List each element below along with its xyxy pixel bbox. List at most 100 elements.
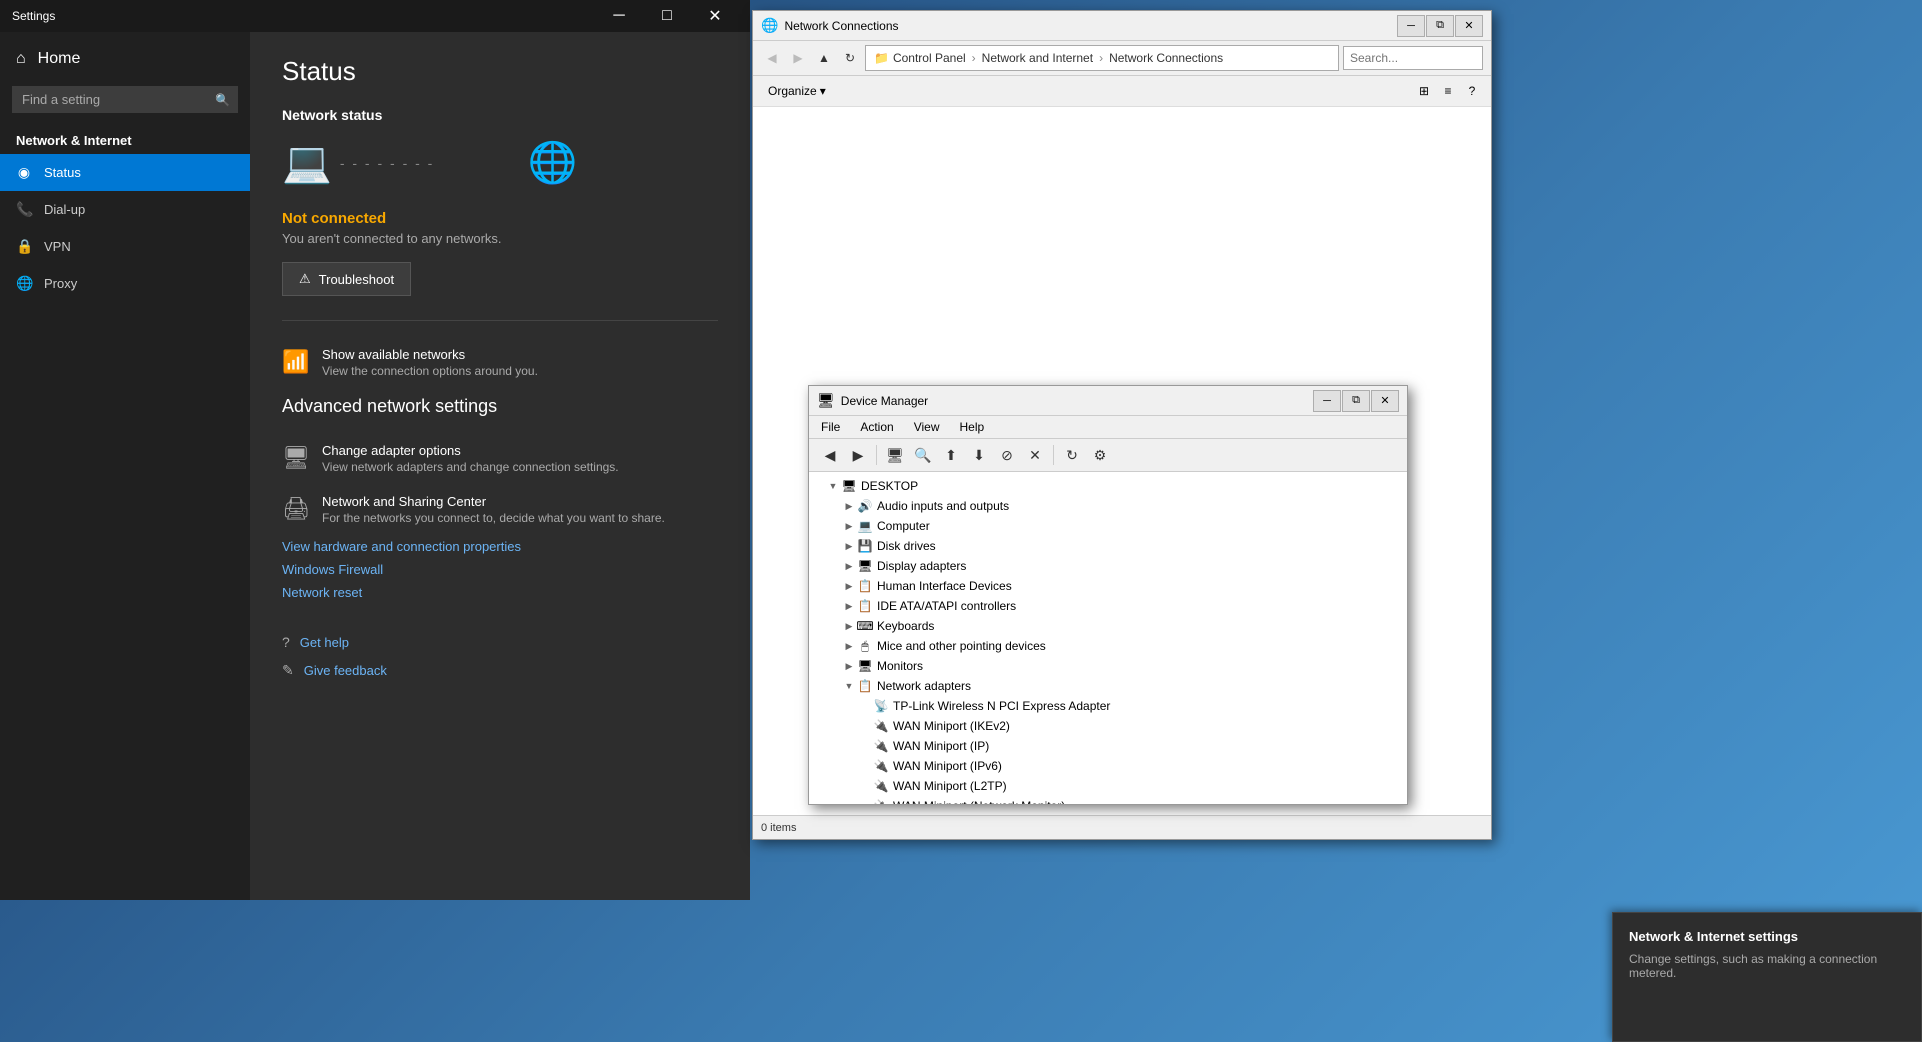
devmgr-close-button[interactable]: ✕: [1371, 390, 1399, 412]
tree-monitors[interactable]: ▶ 🖥 Monitors: [809, 656, 1407, 676]
sharing-center-item[interactable]: 🖨 Network and Sharing Center For the net…: [282, 484, 718, 535]
hid-icon: 📋: [857, 578, 873, 594]
network-adapters-toggle: ▼: [841, 678, 857, 694]
devmgr-rescan-btn[interactable]: ↻: [1059, 442, 1085, 468]
search-input[interactable]: [12, 86, 238, 113]
sidebar-item-status[interactable]: ◉ Status: [0, 154, 250, 191]
give-feedback-label: Give feedback: [304, 663, 387, 678]
view-icon-btn-1[interactable]: ⊞: [1413, 80, 1435, 102]
warning-icon: ⚠: [299, 271, 311, 287]
change-adapter-title: Change adapter options: [322, 443, 619, 458]
sidebar-item-home[interactable]: ⌂ Home: [0, 40, 250, 78]
tree-wan-ip[interactable]: 🔌 WAN Miniport (IP): [809, 736, 1407, 756]
netconn-minimize-button[interactable]: ─: [1397, 15, 1425, 37]
wan-ikev2-icon: 🔌: [873, 718, 889, 734]
view-hardware-link[interactable]: View hardware and connection properties: [282, 535, 718, 558]
tree-hid[interactable]: ▶ 📋 Human Interface Devices: [809, 576, 1407, 596]
sidebar-item-dialup[interactable]: 📞 Dial-up: [0, 191, 250, 228]
up-arrow[interactable]: ▲: [813, 47, 835, 69]
devmgr-minimize-button[interactable]: ─: [1313, 390, 1341, 412]
toolbar-sep-2: [1053, 445, 1054, 465]
ide-label: IDE ATA/ATAPI controllers: [877, 599, 1016, 613]
devmgr-disable-btn[interactable]: ⊘: [994, 442, 1020, 468]
devmgr-back-btn[interactable]: ◀: [817, 442, 843, 468]
menu-help[interactable]: Help: [956, 418, 989, 436]
tree-keyboards[interactable]: ▶ ⌨ Keyboards: [809, 616, 1407, 636]
devmgr-menubar: File Action View Help: [809, 416, 1407, 439]
tree-wan-l2tp[interactable]: 🔌 WAN Miniport (L2TP): [809, 776, 1407, 796]
address-search-input[interactable]: [1343, 46, 1483, 70]
notification-desc: Change settings, such as making a connec…: [1629, 952, 1905, 980]
minimize-button[interactable]: ─: [596, 0, 642, 32]
back-arrow[interactable]: ◀: [761, 47, 783, 69]
tree-computer[interactable]: ▶ 💻 Computer: [809, 516, 1407, 536]
netconn-restore-button[interactable]: ⧉: [1426, 15, 1454, 37]
sharing-center-desc: For the networks you connect to, decide …: [322, 511, 665, 525]
tree-tplink[interactable]: 📡 TP-Link Wireless N PCI Express Adapter: [809, 696, 1407, 716]
tree-wan-netmon[interactable]: 🔌 WAN Miniport (Network Monitor): [809, 796, 1407, 804]
settings-title: Settings: [12, 9, 55, 23]
change-adapter-desc: View network adapters and change connect…: [322, 460, 619, 474]
computer-tree-icon: 🖥: [841, 478, 857, 494]
sidebar-item-proxy[interactable]: 🌐 Proxy: [0, 265, 250, 302]
change-adapter-item[interactable]: 🖥 Change adapter options View network ad…: [282, 433, 718, 484]
network-reset-link[interactable]: Network reset: [282, 581, 718, 604]
view-icon-btn-2[interactable]: ≡: [1437, 80, 1459, 102]
search-icon: 🔍: [215, 93, 230, 107]
tree-wan-ikev2[interactable]: 🔌 WAN Miniport (IKEv2): [809, 716, 1407, 736]
forward-arrow[interactable]: ▶: [787, 47, 809, 69]
netconn-titlebar-btns: ─ ⧉ ✕: [1397, 15, 1483, 37]
tree-mice[interactable]: ▶ 🖱 Mice and other pointing devices: [809, 636, 1407, 656]
hid-toggle: ▶: [841, 578, 857, 594]
netconn-close-button[interactable]: ✕: [1455, 15, 1483, 37]
give-feedback-item[interactable]: ✎ Give feedback: [282, 656, 718, 685]
show-networks-item[interactable]: 📶 Show available networks View the conne…: [282, 337, 718, 388]
netconn-title: Network Connections: [784, 19, 898, 33]
network-adapters-icon: 📋: [857, 678, 873, 694]
tree-display[interactable]: ▶ 🖥 Display adapters: [809, 556, 1407, 576]
devmgr-icon: 🖥: [817, 392, 835, 409]
devmgr-tree: ▼ 🖥 DESKTOP ▶ 🔊 Audio inputs and outputs…: [809, 472, 1407, 804]
organize-button[interactable]: Organize ▾: [761, 81, 833, 101]
tree-root[interactable]: ▼ 🖥 DESKTOP: [809, 476, 1407, 496]
sharing-center-title: Network and Sharing Center: [322, 494, 665, 509]
close-button[interactable]: ✕: [692, 0, 738, 32]
wan-l2tp-label: WAN Miniport (L2TP): [893, 779, 1007, 793]
computer-toggle: ▶: [841, 518, 857, 534]
tree-wan-ipv6[interactable]: 🔌 WAN Miniport (IPv6): [809, 756, 1407, 776]
globe-icon: 🌐: [528, 139, 578, 186]
devmgr-show-props-btn[interactable]: 🖥: [882, 442, 908, 468]
devmgr-forward-btn[interactable]: ▶: [845, 442, 871, 468]
help-view-btn[interactable]: ?: [1461, 80, 1483, 102]
refresh-button[interactable]: ↻: [839, 47, 861, 69]
menu-view[interactable]: View: [910, 418, 944, 436]
sidebar-item-vpn[interactable]: 🔒 VPN: [0, 228, 250, 265]
wifi-icon: 📶: [282, 349, 306, 375]
wan-netmon-icon: 🔌: [873, 798, 889, 804]
vpn-icon: 🔒: [16, 238, 32, 255]
devmgr-props2-btn[interactable]: ⚙: [1087, 442, 1113, 468]
windows-firewall-link[interactable]: Windows Firewall: [282, 558, 718, 581]
root-toggle: ▼: [825, 478, 841, 494]
menu-action[interactable]: Action: [856, 418, 897, 436]
mice-toggle: ▶: [841, 638, 857, 654]
tree-audio[interactable]: ▶ 🔊 Audio inputs and outputs: [809, 496, 1407, 516]
wan-ipv6-label: WAN Miniport (IPv6): [893, 759, 1002, 773]
tree-network-adapters[interactable]: ▼ 📋 Network adapters: [809, 676, 1407, 696]
tree-ide[interactable]: ▶ 📋 IDE ATA/ATAPI controllers: [809, 596, 1407, 616]
troubleshoot-button[interactable]: ⚠ Troubleshoot: [282, 262, 411, 296]
computer-icon: 💻: [282, 139, 332, 186]
ide-icon: 📋: [857, 598, 873, 614]
feedback-icon: ✎: [282, 662, 294, 679]
sidebar-item-status-label: Status: [44, 165, 81, 180]
devmgr-scan-btn[interactable]: 🔍: [910, 442, 936, 468]
maximize-button[interactable]: □: [644, 0, 690, 32]
netconn-titlebar-left: 🌐 Network Connections: [761, 17, 899, 34]
devmgr-rollback-btn[interactable]: ⬇: [966, 442, 992, 468]
devmgr-restore-button[interactable]: ⧉: [1342, 390, 1370, 412]
devmgr-update-btn[interactable]: ⬆: [938, 442, 964, 468]
devmgr-uninstall-btn[interactable]: ✕: [1022, 442, 1048, 468]
menu-file[interactable]: File: [817, 418, 844, 436]
get-help-item[interactable]: ? Get help: [282, 628, 718, 656]
tree-disk[interactable]: ▶ 💾 Disk drives: [809, 536, 1407, 556]
